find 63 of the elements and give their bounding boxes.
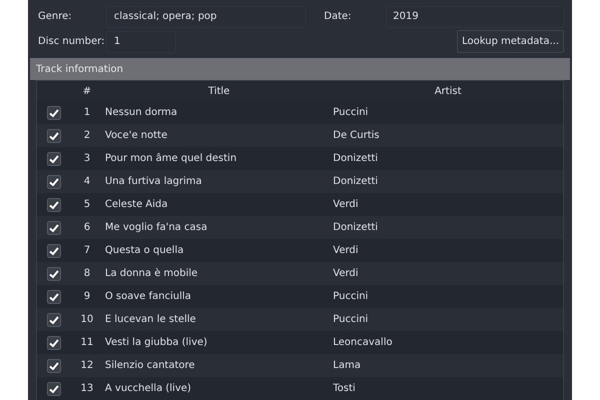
field-label: Disc number: — [37, 36, 106, 47]
track-number: 12 — [80, 360, 94, 371]
checkbox[interactable] — [47, 312, 61, 326]
track-number: 2 — [84, 130, 90, 141]
track-number: 11 — [80, 337, 94, 348]
track-number: 7 — [84, 245, 90, 256]
checkbox[interactable] — [47, 266, 61, 280]
table-cell: Puccini — [333, 291, 368, 302]
table-cell: Me voglio fa'na casa — [105, 222, 208, 233]
table-cell: E lucevan le stelle — [105, 314, 196, 325]
table-cell: Una furtiva lagrima — [105, 176, 202, 187]
checkbox[interactable] — [47, 290, 61, 304]
table-cell: Verdi — [333, 199, 358, 210]
checkbox[interactable] — [47, 198, 61, 212]
track-number: 8 — [84, 268, 90, 279]
lookup-metadata-button[interactable]: Lookup metadata... — [457, 30, 564, 53]
track-number: 6 — [84, 222, 90, 233]
input-field[interactable]: 1 — [106, 30, 176, 52]
table-cell: Donizetti — [333, 222, 378, 233]
table-cell: Puccini — [333, 107, 368, 118]
track-number: 13 — [80, 383, 94, 394]
checkbox[interactable] — [47, 382, 61, 396]
table-cell: Pour mon âme quel destin — [105, 153, 237, 164]
column-header[interactable]: # — [71, 86, 103, 96]
column-header[interactable]: Artist — [333, 86, 563, 96]
table-cell: Voce'e notte — [105, 130, 168, 141]
checkbox[interactable] — [47, 336, 61, 350]
table-cell: Silenzio cantatore — [105, 360, 195, 371]
table-cell: Donizetti — [333, 176, 378, 187]
table-cell: Lama — [333, 360, 361, 371]
field-label: Date: — [323, 11, 352, 22]
checkbox[interactable] — [47, 152, 61, 166]
checkbox[interactable] — [47, 106, 61, 120]
table-cell: Vesti la giubba (live) — [105, 337, 208, 348]
track-number: 9 — [84, 291, 90, 302]
table-cell: Verdi — [333, 245, 358, 256]
table-cell: Puccini — [333, 314, 368, 325]
table-cell: O soave fanciulla — [105, 291, 192, 302]
track-number: 4 — [84, 176, 90, 187]
table-cell: A vucchella (live) — [105, 383, 192, 394]
table-cell: Donizetti — [333, 153, 378, 164]
checkbox[interactable] — [47, 220, 61, 234]
table-cell: Verdi — [333, 268, 358, 279]
track-number: 3 — [84, 153, 90, 164]
field-label: Genre: — [37, 11, 73, 22]
column-header[interactable]: Title — [103, 86, 333, 96]
table-cell: Questa o quella — [105, 245, 184, 256]
table-cell: La donna è mobile — [105, 268, 198, 279]
table-cell: Nessun dorma — [105, 107, 178, 118]
track-number: 1 — [84, 107, 90, 118]
table-cell: Leoncavallo — [333, 337, 392, 348]
checkbox[interactable] — [47, 358, 61, 372]
table-cell: Celeste Aida — [105, 199, 168, 210]
track-number: 10 — [80, 314, 94, 325]
checkbox[interactable] — [47, 128, 61, 142]
track-number: 5 — [84, 199, 90, 210]
table-cell: Tosti — [333, 383, 356, 394]
checkbox[interactable] — [47, 244, 61, 258]
input-field[interactable]: classical; opera; pop — [106, 6, 306, 28]
section-title: Track information — [36, 64, 124, 74]
table-cell: De Curtis — [333, 130, 380, 141]
checkbox[interactable] — [47, 174, 61, 188]
input-field[interactable]: 2019 — [386, 6, 564, 28]
